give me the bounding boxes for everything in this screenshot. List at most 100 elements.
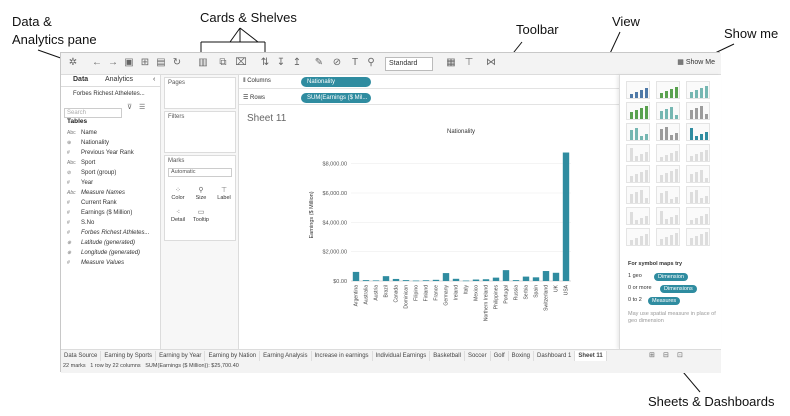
chart-type-thumbnail[interactable] (626, 186, 650, 204)
sort-descending-icon[interactable]: ↥ (291, 57, 303, 69)
field-item[interactable]: ⊕ Longitude (generated) (61, 248, 160, 258)
sheet-tab[interactable]: Earning Analysis (260, 351, 312, 361)
chart-type-thumbnail[interactable] (626, 228, 650, 246)
new-worksheet-icon[interactable]: ▥ (197, 57, 209, 69)
detail-button[interactable]: ⁖ Detail (168, 208, 188, 226)
sheet-tab[interactable]: Soccer (465, 351, 491, 361)
clear-sheet-icon[interactable]: ⌧ (235, 57, 247, 69)
sheet-tab[interactable]: Earning by Sports (101, 351, 157, 361)
chart-type-thumbnail[interactable] (686, 186, 710, 204)
rows-shelf[interactable]: ☰ Rows SUM(Earnings ($ Mil... (239, 91, 619, 105)
chart-type-thumbnail[interactable] (686, 102, 710, 120)
new-datasource-icon[interactable]: ⊞ (139, 57, 151, 69)
field-item[interactable]: # Earnings ($ Million) (61, 208, 160, 218)
field-item[interactable]: ⊘ Sport (group) (61, 168, 160, 178)
undo-icon[interactable]: ← (91, 57, 103, 69)
color-button[interactable]: ⁘ Color (168, 186, 188, 204)
chart-type-thumbnail[interactable] (656, 186, 680, 204)
chart-type-thumbnail[interactable] (626, 102, 650, 120)
field-item[interactable]: # Year (61, 178, 160, 188)
tab-analytics[interactable]: Analytics (105, 76, 133, 83)
highlight-icon[interactable]: ✎ (313, 57, 325, 69)
sheet-tab[interactable]: Basketball (430, 351, 465, 361)
collapse-pane-icon[interactable]: ‹ (153, 76, 155, 83)
sheet-tab[interactable]: Data Source (61, 351, 102, 361)
sheet-tab[interactable]: Individual Earnings (373, 351, 431, 361)
chart-type-thumbnail[interactable] (686, 228, 710, 246)
sheet-tab[interactable]: Earning by Year (156, 351, 206, 361)
thumbnail-glyph (630, 112, 633, 119)
sheet-tab[interactable]: Earning by Nation (205, 351, 261, 361)
sheet-tab[interactable]: Boxing (509, 351, 534, 361)
field-item[interactable]: Abc Name (61, 128, 160, 138)
presentation-icon[interactable]: ⊤ (463, 57, 475, 69)
new-worksheet-tab-icon[interactable]: ⊞ (649, 351, 655, 359)
chart-type-thumbnail[interactable] (686, 123, 710, 141)
chart-type-thumbnail[interactable] (686, 144, 710, 162)
thumbnail-glyph (640, 236, 643, 245)
rows-pill[interactable]: SUM(Earnings ($ Mil... (301, 93, 371, 103)
x-tick-label: Switzerland (544, 285, 550, 311)
sheet-tab[interactable]: Golf (491, 351, 509, 361)
tooltip-button[interactable]: ▭ Tooltip (191, 208, 211, 226)
new-dashboard-tab-icon[interactable]: ⊟ (663, 351, 669, 359)
share-icon[interactable]: ⋈ (485, 57, 497, 69)
search-input[interactable]: Search (64, 108, 122, 118)
new-story-tab-icon[interactable]: ⊡ (677, 351, 683, 359)
size-button[interactable]: ⚲ Size (191, 186, 211, 204)
field-item[interactable]: # Previous Year Rank (61, 148, 160, 158)
chart-type-thumbnail[interactable] (626, 81, 650, 99)
columns-shelf[interactable]: ⫴ Columns Nationality (239, 75, 619, 89)
marks-type-select[interactable]: Automatic (168, 168, 232, 177)
chart-type-thumbnail[interactable] (656, 207, 680, 225)
chart-type-thumbnail[interactable] (656, 228, 680, 246)
field-item[interactable]: # S.No (61, 218, 160, 228)
chart-type-thumbnail[interactable] (626, 165, 650, 183)
field-name: Forbes Richest Athletes... (81, 230, 150, 236)
field-item[interactable]: Abc Measure Names (61, 188, 160, 198)
sheet-tab[interactable]: Increase in earnings (312, 351, 373, 361)
tab-data[interactable]: Data (73, 76, 88, 83)
field-name: Measure Values (81, 260, 125, 266)
save-icon[interactable]: ▣ (123, 57, 135, 69)
show-me-button[interactable]: ▦ Show Me (677, 58, 715, 66)
redo-icon[interactable]: → (107, 57, 119, 69)
sheet-tab[interactable]: Sheet 11 (575, 351, 607, 361)
field-item[interactable]: ⊕ Nationality (61, 138, 160, 148)
filters-card[interactable]: Filters (164, 111, 236, 153)
label-button[interactable]: ⊤ Label (214, 186, 234, 204)
swap-icon[interactable]: ⇅ (259, 57, 271, 69)
datasource-item[interactable]: Forbes Richest Atheletes... (61, 87, 160, 101)
chart-type-thumbnail[interactable] (686, 81, 710, 99)
sheet-tab[interactable]: Dashboard 1 (534, 351, 576, 361)
columns-pill[interactable]: Nationality (301, 77, 371, 87)
chart-type-thumbnail[interactable] (626, 207, 650, 225)
tableau-logo-icon[interactable]: ✲ (67, 57, 79, 69)
fit-select[interactable]: Standard (385, 57, 433, 71)
labels-icon[interactable]: T (349, 57, 361, 69)
field-item[interactable]: Abc Sport (61, 158, 160, 168)
chart-type-thumbnail[interactable] (626, 144, 650, 162)
pin-icon[interactable]: ⚲ (365, 57, 377, 69)
chart-type-thumbnail[interactable] (656, 81, 680, 99)
view-options-icon[interactable]: ☰ (139, 103, 145, 111)
duplicate-sheet-icon[interactable]: ⧉ (217, 57, 229, 69)
pages-card[interactable]: Pages (164, 77, 236, 109)
chart-type-thumbnail[interactable] (656, 102, 680, 120)
pause-updates-icon[interactable]: ▤ (155, 57, 167, 69)
chart-type-thumbnail[interactable] (686, 207, 710, 225)
field-item[interactable]: # Current Rank (61, 198, 160, 208)
refresh-icon[interactable]: ↻ (171, 57, 183, 69)
chart-type-thumbnail[interactable] (626, 123, 650, 141)
field-item[interactable]: ⊕ Latitude (generated) (61, 238, 160, 248)
chart-type-thumbnail[interactable] (686, 165, 710, 183)
chart-icon[interactable]: ▦ (445, 57, 457, 69)
field-item[interactable]: # Forbes Richest Athletes... (61, 228, 160, 238)
chart-type-thumbnail[interactable] (656, 165, 680, 183)
chart-type-thumbnail[interactable] (656, 123, 680, 141)
sort-ascending-icon[interactable]: ↧ (275, 57, 287, 69)
group-icon[interactable]: ⊘ (331, 57, 343, 69)
chart-type-thumbnail[interactable] (656, 144, 680, 162)
field-item[interactable]: # Measure Values (61, 258, 160, 268)
filter-fields-icon[interactable]: ⊽ (127, 103, 132, 111)
